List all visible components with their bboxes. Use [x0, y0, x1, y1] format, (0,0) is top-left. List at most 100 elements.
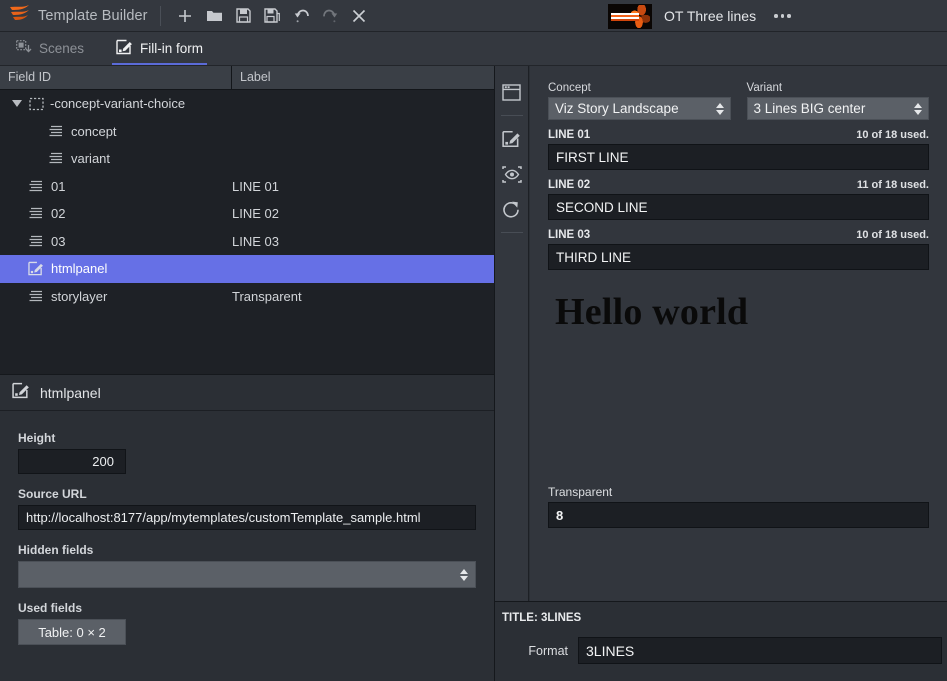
vizrt-logo-icon [9, 4, 31, 27]
save-button[interactable] [229, 3, 258, 29]
tab-fill-in-form[interactable]: Fill-in form [100, 32, 219, 65]
text-lines-icon [26, 180, 46, 193]
variant-select[interactable]: 3 Lines BIG center [746, 97, 929, 120]
transparent-input[interactable]: 8 [548, 502, 929, 528]
redo-button[interactable] [316, 3, 345, 29]
source-url-input[interactable]: http://localhost:8177/app/mytemplates/cu… [18, 505, 476, 530]
spinner-arrows-icon[interactable] [460, 568, 468, 581]
more-dots-icon[interactable] [772, 8, 793, 24]
text-lines-icon [46, 152, 66, 165]
tree-rows: -concept-variant-choice concept variant … [0, 90, 494, 374]
toolbar-divider [159, 5, 161, 26]
height-label: Height [18, 431, 56, 445]
text-lines-icon [26, 207, 46, 220]
preview-eye-icon[interactable] [497, 158, 527, 190]
height-input[interactable]: 200 [18, 449, 126, 474]
hidden-fields-label: Hidden fields [18, 543, 94, 557]
concept-value: Viz Story Landscape [555, 101, 679, 116]
html-panel-icon [12, 382, 30, 404]
line-03-group: LINE 03 10 of 18 used. THIRD LINE [548, 229, 929, 270]
format-input[interactable]: 3LINES [578, 637, 942, 664]
line-02-group: LINE 02 11 of 18 used. SECOND LINE [548, 179, 929, 220]
concept-variant-row: Concept Viz Story Landscape Variant 3 Li… [548, 82, 929, 120]
undo-button[interactable] [287, 3, 316, 29]
concept-select[interactable]: Viz Story Landscape [548, 97, 731, 120]
fill-in-form-icon [116, 39, 133, 58]
tree-row-id: htmlpanel [51, 261, 108, 277]
column-header-label: Label [240, 70, 271, 84]
edit-pencil-icon[interactable] [497, 123, 527, 155]
variant-value: 3 Lines BIG center [753, 101, 866, 116]
text-lines-icon [46, 125, 66, 138]
table-row[interactable]: variant [0, 145, 494, 173]
line-02-input[interactable]: SECOND LINE [548, 194, 929, 220]
tree-row-label: Transparent [232, 288, 302, 304]
properties-title: htmlpanel [40, 384, 101, 401]
html-panel-icon [26, 261, 46, 276]
tree-row-id: -concept-variant-choice [50, 96, 186, 112]
tree-row-id: 01 [51, 178, 66, 194]
group-dashed-icon [26, 97, 46, 111]
tool-rail [495, 66, 529, 601]
properties-body: Height 200 Source URL http://localhost:8… [0, 411, 494, 645]
bottom-title: TITLE: 3LINES [502, 612, 582, 624]
app-title: Template Builder [38, 7, 148, 24]
preview-heading: Hello world [555, 291, 749, 333]
format-row: Format 3LINES [495, 637, 947, 664]
expand-caret-icon[interactable] [8, 100, 26, 108]
table-row[interactable]: -concept-variant-choice [0, 90, 494, 118]
format-label: Format [528, 643, 568, 658]
template-builder-window: Template Builder OT Three lines Scenes F… [0, 0, 947, 681]
document-thumbnail [608, 3, 652, 29]
tab-scenes-label: Scenes [39, 41, 85, 56]
html-panel-preview[interactable]: Hello world [548, 284, 929, 479]
table-row[interactable]: 03 LINE 03 [0, 228, 494, 256]
tree-row-label: LINE 01 [232, 178, 279, 194]
save-as-button[interactable] [258, 3, 287, 29]
app-logo-group: Template Builder [0, 4, 148, 27]
rail-divider [500, 115, 523, 116]
table-row[interactable]: 01 LINE 01 [0, 173, 494, 201]
rail-divider [500, 232, 523, 233]
variant-group: Variant 3 Lines BIG center [746, 82, 929, 120]
tab-scenes[interactable]: Scenes [0, 32, 100, 65]
properties-panel: htmlpanel Height 200 Source URL http://l… [0, 374, 494, 681]
refresh-circle-icon[interactable] [497, 193, 527, 225]
tree-row-id: 02 [51, 206, 66, 222]
concept-label: Concept [548, 82, 591, 94]
fill-in-form-pane: Concept Viz Story Landscape Variant 3 Li… [494, 66, 947, 681]
main-tab-bar: Scenes Fill-in form [0, 32, 947, 66]
tree-row-label: LINE 02 [232, 206, 279, 222]
line-03-input[interactable]: THIRD LINE [548, 244, 929, 270]
table-row[interactable]: 02 LINE 02 [0, 200, 494, 228]
title-format-bar: TITLE: 3LINES Format 3LINES [495, 601, 947, 681]
spinner-arrows-icon[interactable] [715, 102, 724, 115]
tree-row-id: variant [71, 151, 111, 167]
line-02-counter: 11 of 18 used. [856, 179, 929, 191]
text-lines-icon [26, 290, 46, 303]
table-row[interactable]: storylayer Transparent [0, 283, 494, 311]
hidden-fields-select[interactable] [18, 561, 476, 588]
new-button[interactable] [171, 3, 200, 29]
tree-row-id: concept [71, 123, 117, 139]
table-row-selected[interactable]: htmlpanel [0, 255, 494, 283]
table-row[interactable]: concept [0, 118, 494, 146]
window-panel-icon[interactable] [497, 76, 527, 108]
document-name: OT Three lines [664, 8, 757, 24]
line-03-counter: 10 of 18 used. [856, 229, 929, 241]
title-bar: Template Builder OT Three lines [0, 0, 947, 32]
transparent-label: Transparent [548, 485, 613, 499]
open-button[interactable] [200, 3, 229, 29]
tree-header: Field ID Label [0, 66, 494, 90]
properties-header: htmlpanel [0, 375, 494, 411]
close-button[interactable] [345, 3, 374, 29]
tree-row-label: LINE 03 [232, 233, 279, 249]
line-01-input[interactable]: FIRST LINE [548, 144, 929, 170]
scenes-icon [16, 39, 32, 58]
used-fields-table-button[interactable]: Table: 0 × 2 [18, 619, 126, 645]
field-tree-panel: Field ID Label -concept-variant-choice c… [0, 66, 494, 374]
spinner-arrows-icon[interactable] [914, 102, 922, 115]
line-02-label: LINE 02 [548, 179, 591, 191]
source-url-label: Source URL [18, 487, 87, 501]
text-lines-icon [26, 235, 46, 248]
